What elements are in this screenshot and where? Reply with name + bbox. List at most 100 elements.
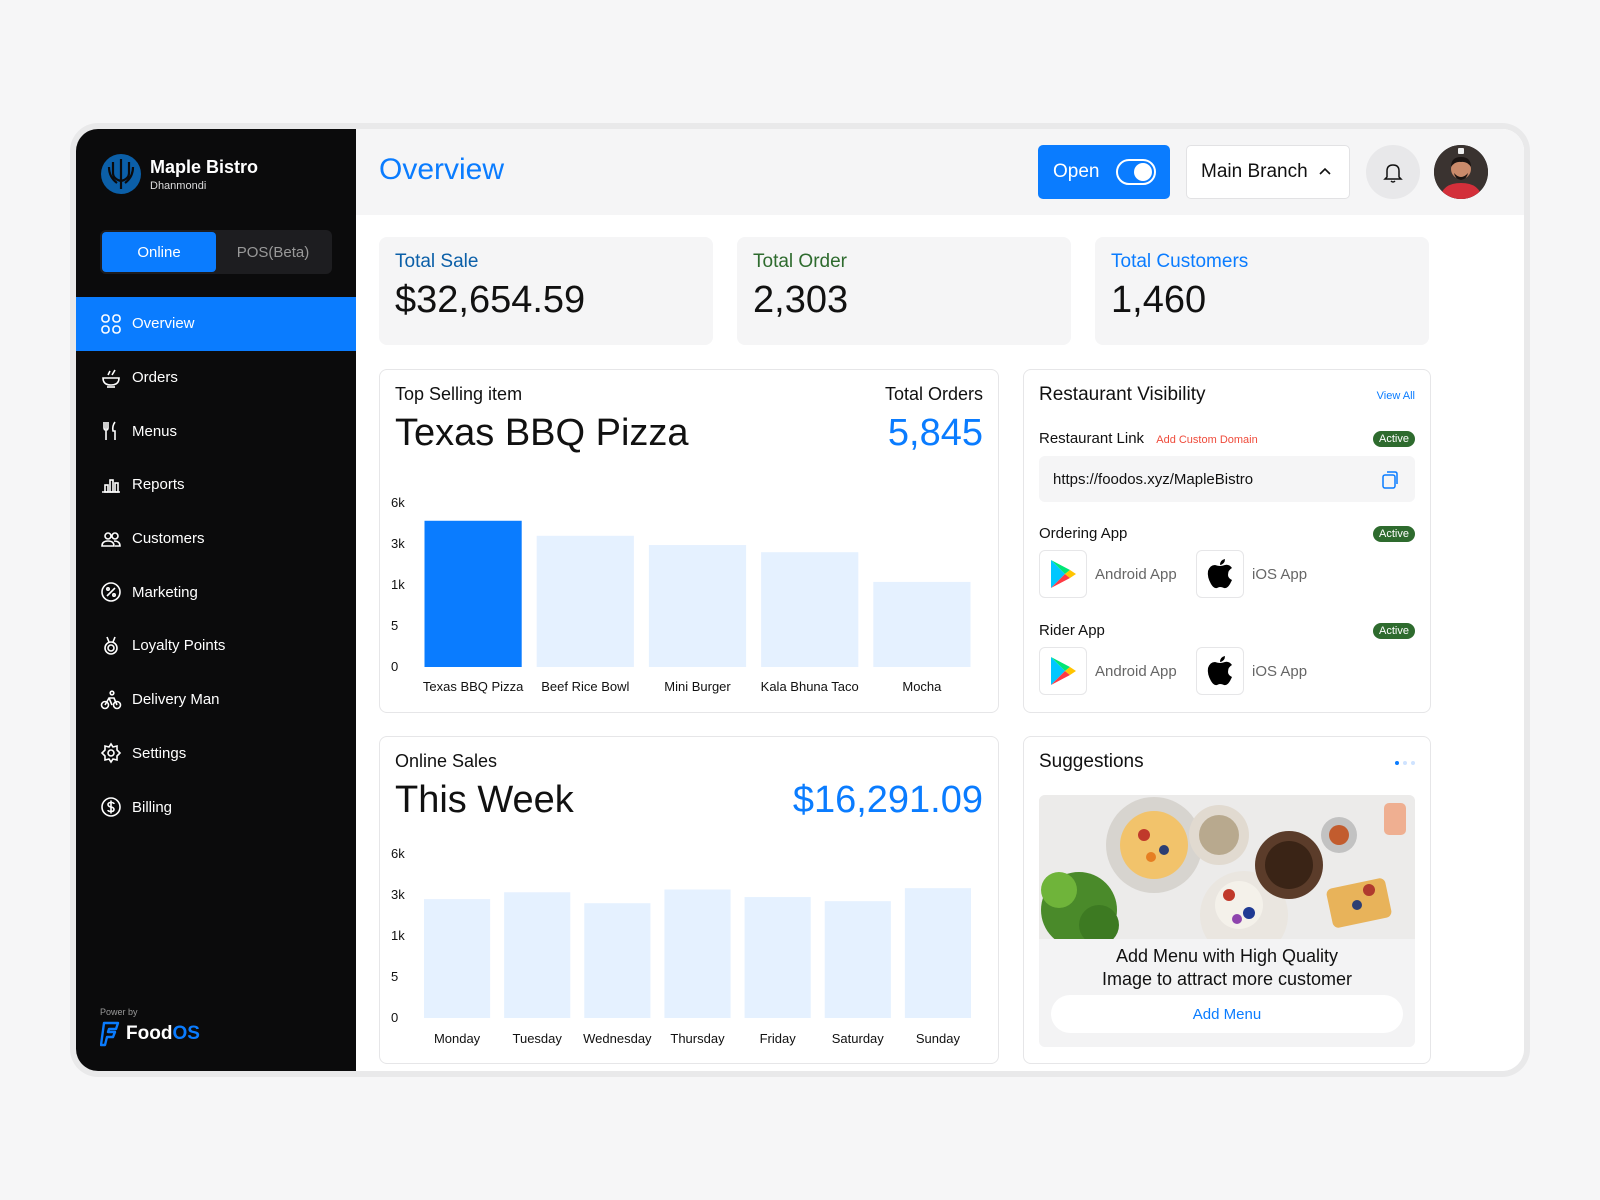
mode-pos-button[interactable]: POS(Beta) [216,232,330,272]
sidebar-item-orders[interactable]: Orders [76,351,356,405]
sidebar-item-overview[interactable]: Overview [76,297,356,351]
stat-card-total-customers: Total Customers 1,460 [1095,237,1429,345]
view-all-link[interactable]: View All [1377,390,1415,402]
y-tick-label: 3k [391,536,405,551]
open-toggle-button[interactable]: Open [1038,145,1170,199]
y-tick-label: 0 [391,1010,398,1025]
foodos-food-text: Food [126,1023,173,1044]
suggestion-line-2: Image to attract more customer [1101,969,1353,989]
powered-by-label: Power by [100,1007,138,1017]
x-tick-label: Tuesday [513,1031,563,1046]
sidebar: Maple Bistro Dhanmondi Online POS(Beta) … [76,129,356,1071]
add-menu-button[interactable]: Add Menu [1051,995,1403,1033]
x-tick-label: Saturday [832,1031,885,1046]
chart-bar [504,892,571,1018]
suggestion-line-1: Add Menu with High Quality [1115,946,1339,966]
rider-ios-app-button[interactable]: iOS App [1196,647,1307,695]
add-custom-domain-link[interactable]: Add Custom Domain [1156,434,1258,446]
sidebar-item-marketing[interactable]: Marketing [76,565,356,619]
carousel-dots[interactable] [1395,761,1415,765]
mode-online-button[interactable]: Online [102,232,216,272]
food-image [1039,795,1415,939]
sidebar-item-label: Delivery Man [132,691,220,709]
apple-icon [1196,647,1244,695]
chart-bar [873,581,971,667]
app-screen: Maple Bistro Dhanmondi Online POS(Beta) … [76,129,1524,1071]
brand-name: Maple Bistro [150,156,259,177]
bell-icon [1383,164,1403,183]
restaurant-url-field[interactable]: https://foodos.xyz/MapleBistro [1039,456,1415,502]
chart-icon [102,479,120,493]
restaurant-visibility-card: Restaurant Visibility View All Restauran… [1023,369,1431,713]
main-content: Overview Open Main Branch Total Sale $32… [356,129,1524,1071]
users-icon [101,531,121,547]
chart-bar [424,520,522,667]
sidebar-nav: Overview Orders Menus Reports Customers [76,297,356,834]
sidebar-item-label: Customers [132,530,205,548]
foodos-logo: Food OS [100,1021,200,1047]
chart-bar [424,899,491,1018]
sidebar-item-reports[interactable]: Reports [76,458,356,512]
sidebar-item-billing[interactable]: Billing [76,780,356,834]
open-switch[interactable] [1116,159,1156,185]
bowl-icon [102,369,120,388]
sidebar-item-menus[interactable]: Menus [76,404,356,458]
avatar-image [1434,145,1488,199]
x-tick-label: Thursday [670,1031,725,1046]
brand-logo-icon [101,154,141,194]
status-badge: Active [1373,431,1415,447]
rider-app-label: Rider App [1039,622,1105,639]
apple-icon [1196,550,1244,598]
restaurant-url: https://foodos.xyz/MapleBistro [1053,470,1254,488]
sidebar-item-label: Settings [132,744,187,762]
copy-icon[interactable] [1379,468,1401,490]
stat-card-total-order: Total Order 2,303 [737,237,1071,345]
bike-icon [100,690,122,709]
stat-label: Total Customers [1111,251,1249,272]
chart-bar [744,897,811,1018]
top-selling-card: Top Selling item Texas BBQ Pizza Total O… [379,369,999,713]
x-tick-label: Mocha [902,679,942,694]
avatar[interactable] [1434,145,1488,199]
sidebar-item-delivery-man[interactable]: Delivery Man [76,673,356,727]
suggestions-card: Suggestions Add Menu with High Quality I… [1023,736,1431,1064]
ios-app-label: iOS App [1252,565,1308,583]
online-sales-chart: 6k 3k 1k 5 0 Monday Tuesday Wednesday Thursday Fr… [391,846,971,1046]
sidebar-item-label: Orders [132,369,178,387]
x-tick-label: Sunday [916,1031,961,1046]
suggestion-text: Add Menu with High Quality Image to attr… [1039,945,1415,991]
brand-location: Dhanmondi [150,179,207,192]
ordering-android-app-button[interactable]: Android App [1039,550,1177,598]
ordering-ios-app-button[interactable]: iOS App [1196,550,1307,598]
sidebar-item-loyalty-points[interactable]: Loyalty Points [76,619,356,673]
chart-bar [824,901,891,1018]
dollar-icon [101,797,121,817]
restaurant-link-label: Restaurant Link [1039,430,1145,447]
foodos-os-text: OS [172,1023,200,1044]
y-tick-label: 6k [391,495,405,510]
sidebar-item-settings[interactable]: Settings [76,727,356,781]
stat-label: Total Sale [395,251,479,272]
utensils-icon [103,421,116,441]
chevron-up-icon [1319,167,1331,175]
grid-icon [101,314,121,334]
chart-bar [536,535,634,667]
branch-select[interactable]: Main Branch [1186,145,1350,199]
rider-android-app-button[interactable]: Android App [1039,647,1177,695]
sidebar-item-label: Overview [132,315,195,333]
online-sales-card: Online Sales This Week $16,291.09 6k 3k 1k… [379,736,999,1064]
sidebar-item-customers[interactable]: Customers [76,512,356,566]
status-badge: Active [1373,623,1415,639]
suggestions-title: Suggestions [1039,751,1144,772]
notifications-button[interactable] [1366,145,1420,199]
sidebar-item-label: Reports [132,476,185,494]
y-tick-label: 1k [391,577,405,592]
sidebar-item-label: Loyalty Points [132,637,226,655]
branch-label: Main Branch [1201,161,1308,182]
y-tick-label: 3k [391,887,405,902]
chart-bar [648,545,747,667]
chart-bar [664,889,731,1018]
x-tick-label: Kala Bhuna Taco [761,679,859,694]
ios-app-label: iOS App [1252,662,1308,680]
google-play-icon [1039,550,1087,598]
